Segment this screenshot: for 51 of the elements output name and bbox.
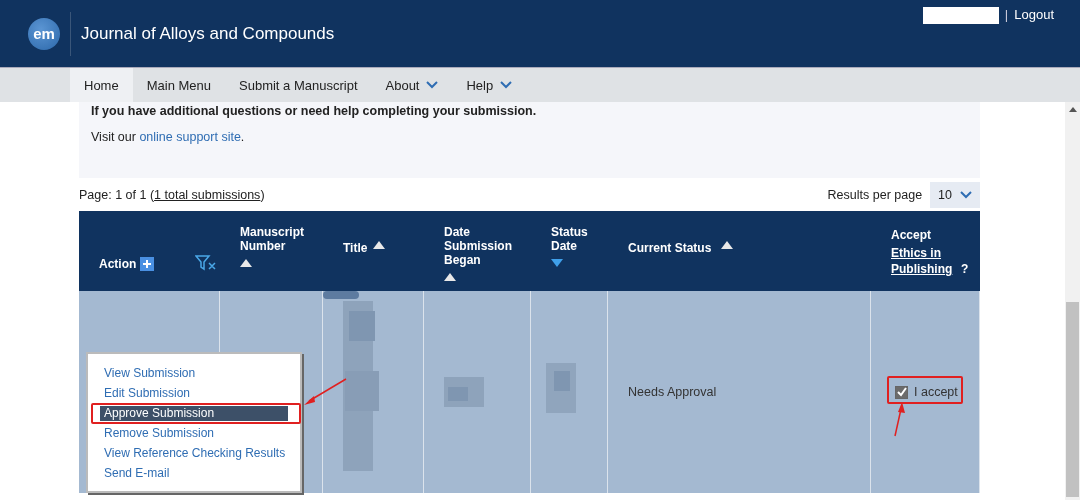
page-info-end: ) [260, 187, 265, 202]
total-link[interactable]: 1 total submissions [154, 187, 261, 202]
menu-item[interactable]: View Reference Checking Results [100, 446, 288, 461]
column-title[interactable]: Date Submission Began [444, 225, 524, 267]
accept-heading: Accept [891, 227, 932, 243]
scroll-up-icon[interactable] [1068, 107, 1077, 112]
pointer-arrow [893, 401, 907, 437]
column-title[interactable]: Manuscript Number [240, 225, 320, 253]
ethics-link[interactable]: Ethics in Publishing [891, 245, 961, 277]
question-mark: ? [961, 261, 969, 277]
clear-filter-icon[interactable] [195, 254, 217, 272]
nav-tab[interactable]: Help [452, 68, 527, 102]
menu-item[interactable]: Remove Submission [100, 426, 288, 441]
plus-icon[interactable] [140, 257, 155, 271]
nav-tab[interactable]: Home [70, 68, 133, 102]
nav-tab[interactable]: About [371, 68, 453, 102]
page-info: Page: 1 of 1 ( [79, 187, 155, 202]
redacted-text [546, 363, 576, 413]
notice-text: If you have additional questions or need help completing your submission. [91, 103, 538, 118]
sort-up-icon[interactable] [373, 241, 386, 249]
menu-item[interactable]: Send E-mail [100, 466, 288, 481]
pointer-arrow [303, 378, 347, 408]
sort-up-icon[interactable] [240, 259, 252, 267]
results-label: Results per page [827, 187, 923, 202]
separator: | [1004, 7, 1009, 22]
menu-item[interactable]: Edit Submission [100, 386, 288, 401]
scroll-thumb[interactable] [1066, 302, 1079, 497]
column-title[interactable]: Current Status [628, 241, 712, 255]
action-heading: Action [99, 257, 137, 271]
nav-tab[interactable]: Submit a Manuscript [225, 68, 372, 102]
column-title[interactable]: Title [343, 241, 368, 255]
sort-up-icon[interactable] [444, 273, 456, 281]
scrollbar[interactable] [1065, 102, 1080, 500]
sort-down-icon[interactable] [551, 259, 563, 267]
sort-up-icon[interactable] [721, 241, 734, 249]
support-link[interactable]: online support site [139, 130, 241, 144]
menu-item[interactable]: View Submission [100, 366, 288, 381]
logout-link[interactable]: Logout [1014, 7, 1054, 22]
logo-badge[interactable]: em [28, 17, 60, 50]
visit-text: Visit our [91, 130, 137, 144]
chevron-icon [960, 190, 972, 199]
menu-item[interactable]: Approve Submission [100, 406, 288, 421]
nav-tab[interactable]: Main Menu [132, 68, 225, 102]
redacted-text [444, 377, 484, 407]
results-select[interactable]: 10 [930, 181, 980, 208]
accept-checkbox[interactable] [895, 385, 908, 399]
column-title[interactable]: Status Date [551, 225, 601, 253]
period-text: . [240, 130, 245, 144]
status-text: Needs Approval [628, 385, 717, 399]
journal-title: Journal of Alloys and Compounds [81, 23, 335, 44]
accept-label: I accept [914, 385, 958, 399]
